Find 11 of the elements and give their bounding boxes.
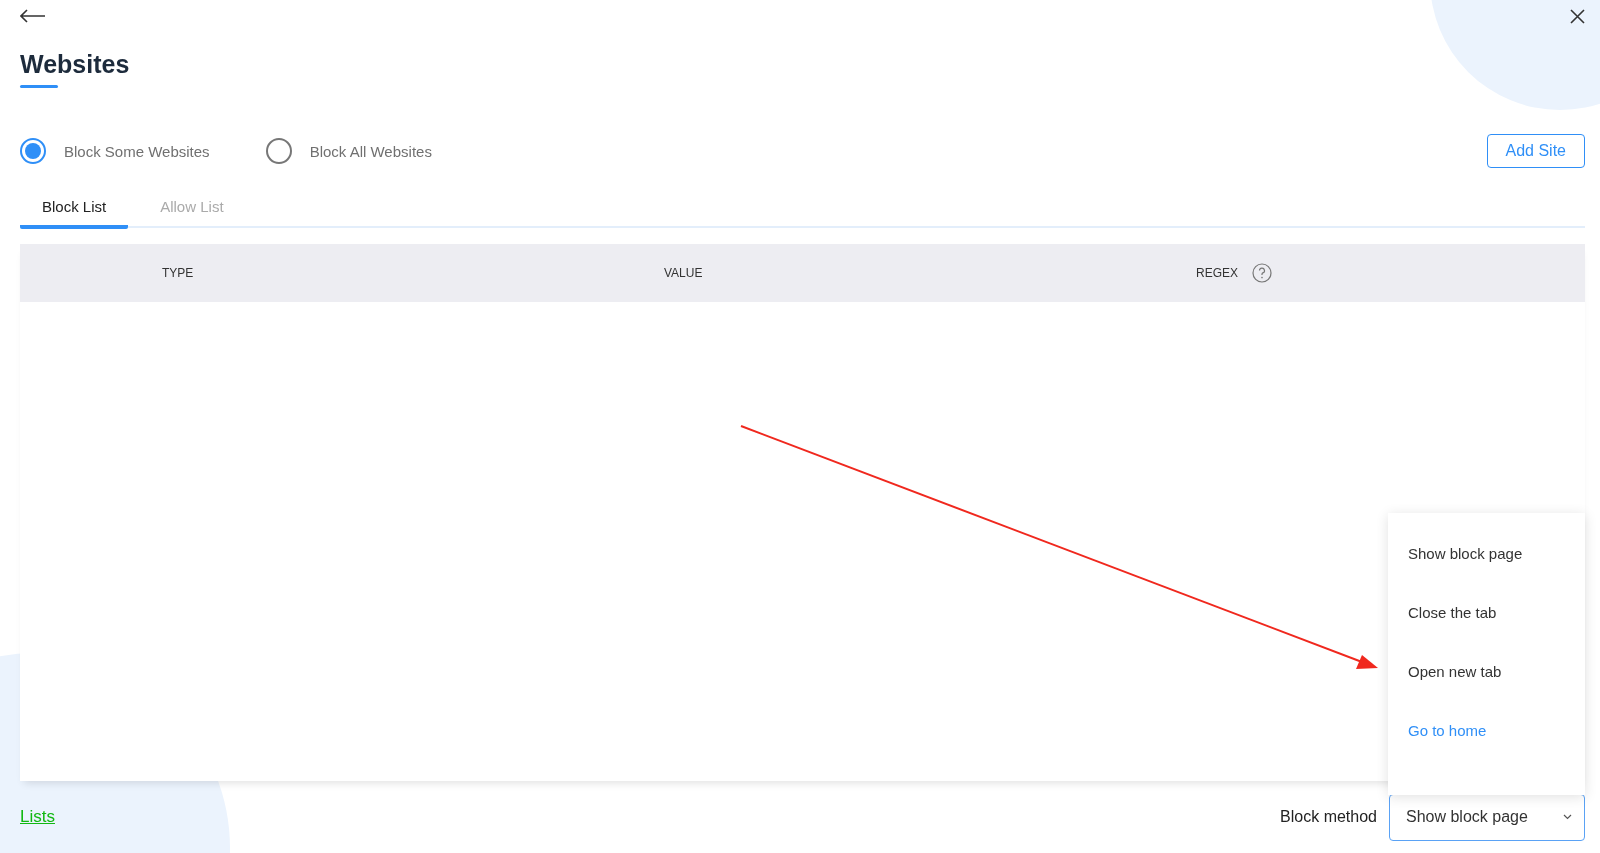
column-header: VALUE <box>664 266 703 280</box>
page-title: Websites <box>20 50 130 79</box>
radio-label: Block All Websites <box>309 142 432 160</box>
block-method-label: Block method <box>1280 808 1377 826</box>
menu-option[interactable]: Open new tab <box>1388 651 1585 710</box>
column-header: REGEX <box>1196 266 1238 280</box>
column-header: TYPE <box>162 266 194 280</box>
menu-option[interactable]: Show block page <box>1388 533 1585 592</box>
radio-label: Block Some Websites <box>64 142 210 160</box>
tab[interactable]: Block List <box>20 190 129 229</box>
menu-option[interactable]: Close the tab <box>1388 592 1585 651</box>
